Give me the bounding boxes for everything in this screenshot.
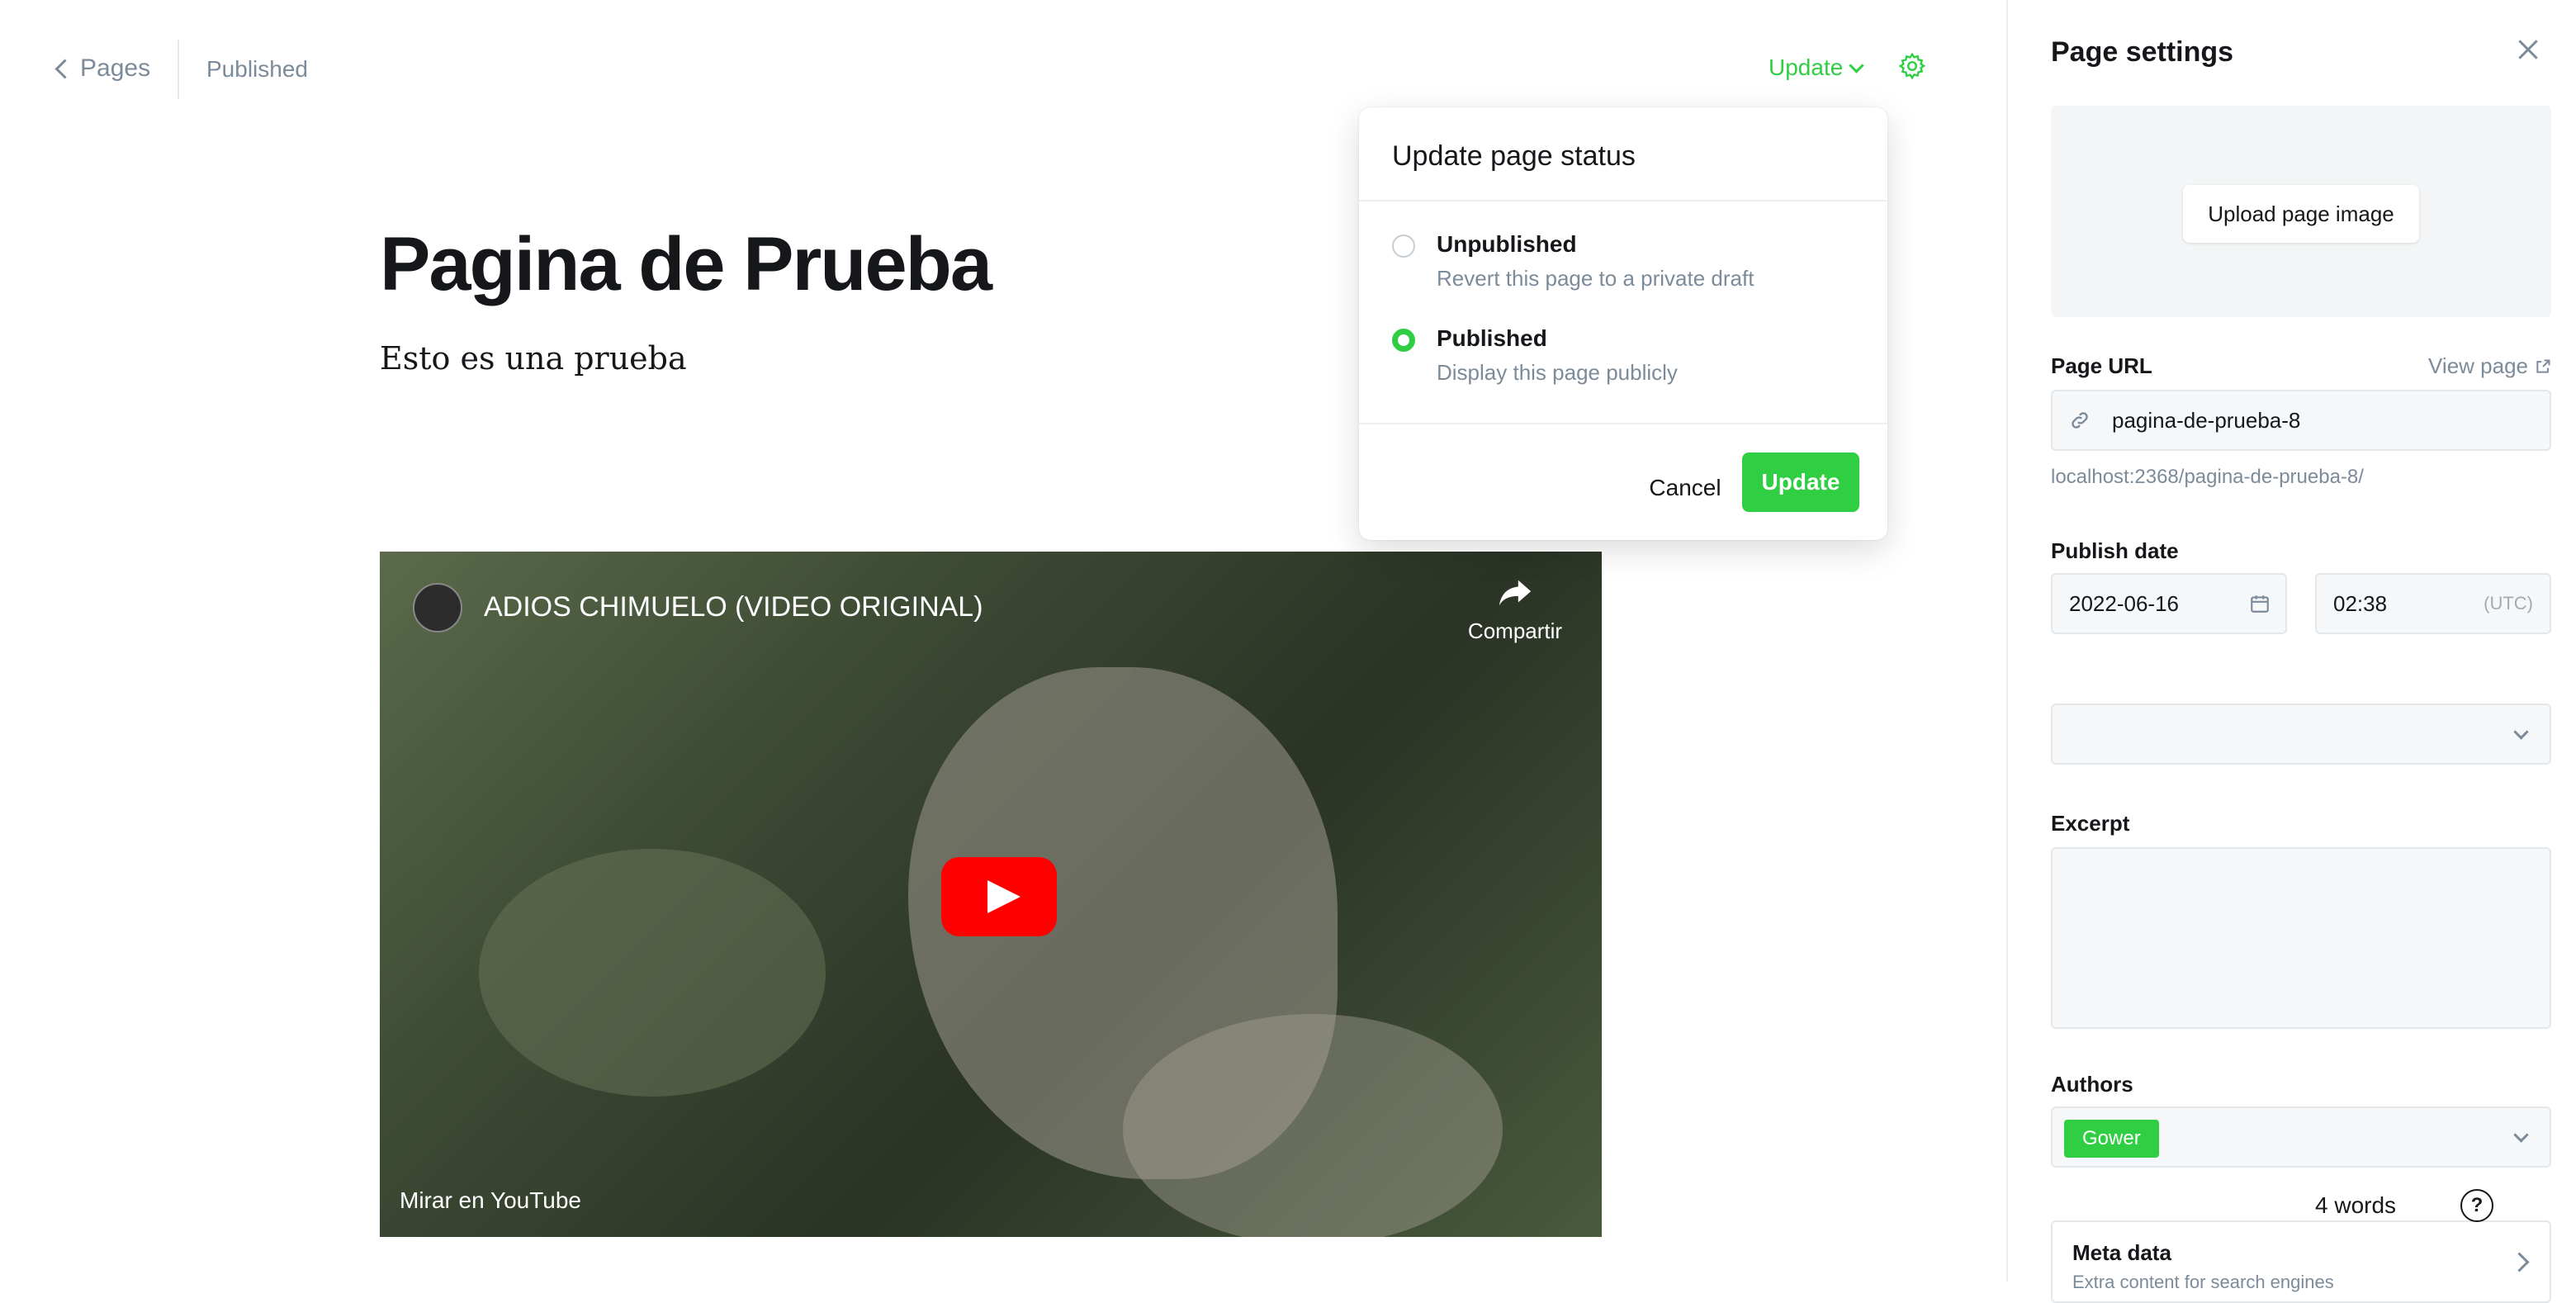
- option-unpublished[interactable]: Unpublished Revert this page to a privat…: [1392, 231, 1754, 291]
- page-title[interactable]: Pagina de Prueba: [380, 221, 992, 308]
- update-status-popup: Update page status Unpublished Revert th…: [1359, 107, 1887, 540]
- option-label: Unpublished: [1437, 231, 1577, 257]
- option-description: Display this page publicly: [1437, 360, 1678, 385]
- option-text: Published Display this page publicly: [1437, 325, 1678, 386]
- calendar-icon: [2251, 595, 2269, 613]
- publish-date-label: Publish date: [2051, 538, 2179, 563]
- external-link-icon: [2536, 359, 2550, 373]
- video-frame-shape: [1123, 1014, 1503, 1237]
- popup-title: Update page status: [1392, 140, 1636, 172]
- post-status-text: Published: [206, 56, 308, 82]
- option-published[interactable]: Published Display this page publicly: [1392, 325, 1678, 386]
- timezone-label: (UTC): [2484, 593, 2533, 614]
- option-label: Published: [1437, 325, 1547, 351]
- option-text: Unpublished Revert this page to a privat…: [1437, 231, 1754, 291]
- tags-select[interactable]: [2051, 704, 2551, 765]
- close-icon[interactable]: [2515, 36, 2541, 63]
- popup-divider: [1359, 423, 1887, 424]
- page-url-value: pagina-de-prueba-8: [2112, 407, 2301, 433]
- channel-avatar[interactable]: [413, 583, 462, 633]
- help-icon[interactable]: ?: [2460, 1189, 2493, 1222]
- authors-input[interactable]: Gower: [2051, 1106, 2551, 1168]
- popup-divider: [1359, 200, 1887, 201]
- meta-data-description: Extra content for search engines: [2072, 1272, 2334, 1292]
- chevron-down-icon: [2513, 1126, 2529, 1143]
- cancel-button[interactable]: Cancel: [1631, 461, 1739, 515]
- chevron-right-icon: [2509, 1252, 2530, 1272]
- share-button[interactable]: Compartir: [1461, 576, 1569, 644]
- share-label: Compartir: [1467, 618, 1563, 643]
- meta-data-item[interactable]: Meta data Extra content for search engin…: [2051, 1220, 2551, 1303]
- page-url-hint: localhost:2368/pagina-de-prueba-8/: [2051, 466, 2364, 488]
- view-page-link[interactable]: View page: [2428, 353, 2551, 379]
- meta-data-title: Meta data: [2072, 1240, 2171, 1265]
- word-count: 4 words: [2315, 1192, 2397, 1218]
- page-url-input[interactable]: pagina-de-prueba-8: [2051, 390, 2551, 451]
- content-paragraph[interactable]: Esto es una prueba: [380, 340, 687, 377]
- back-link-label: Pages: [80, 54, 151, 82]
- play-button[interactable]: [941, 857, 1057, 936]
- chevron-down-icon: [2513, 723, 2529, 740]
- publish-time-input[interactable]: 02:38 (UTC): [2315, 573, 2551, 634]
- header-divider: [178, 40, 179, 99]
- update-menu-label: Update: [1769, 54, 1844, 80]
- page-image-area: Upload page image: [2051, 106, 2551, 317]
- view-page-label: View page: [2428, 353, 2528, 378]
- back-to-pages-link[interactable]: Pages: [54, 54, 151, 83]
- publish-time-value: 02:38: [2333, 590, 2388, 616]
- radio-published[interactable]: [1392, 329, 1415, 352]
- update-menu-button[interactable]: Update: [1769, 54, 1864, 81]
- excerpt-textarea[interactable]: [2051, 847, 2551, 1029]
- upload-page-image-button[interactable]: Upload page image: [2183, 185, 2419, 243]
- page-url-label: Page URL: [2051, 353, 2152, 378]
- option-description: Revert this page to a private draft: [1437, 266, 1754, 291]
- excerpt-label: Excerpt: [2051, 811, 2130, 836]
- publish-date-value: 2022-06-16: [2069, 590, 2179, 616]
- link-icon: [2072, 412, 2088, 429]
- youtube-video-embed[interactable]: ADIOS CHIMUELO (VIDEO ORIGINAL) Comparti…: [380, 552, 1602, 1237]
- video-title[interactable]: ADIOS CHIMUELO (VIDEO ORIGINAL): [484, 591, 983, 623]
- author-chip[interactable]: Gower: [2064, 1120, 2159, 1158]
- chevron-down-icon: [1849, 57, 1864, 73]
- authors-label: Authors: [2051, 1072, 2133, 1097]
- update-button[interactable]: Update: [1742, 452, 1859, 512]
- video-frame-shape: [479, 849, 826, 1097]
- watch-on-youtube-link[interactable]: Mirar en YouTube: [400, 1187, 581, 1214]
- chevron-left-icon: [54, 58, 75, 79]
- radio-unpublished[interactable]: [1392, 235, 1415, 258]
- panel-title: Page settings: [2051, 36, 2234, 68]
- publish-date-input[interactable]: 2022-06-16: [2051, 573, 2287, 634]
- page-settings-panel: Page settings Upload page image Page URL…: [2006, 0, 2576, 1303]
- share-arrow-icon: [1499, 580, 1532, 606]
- settings-gear-icon[interactable]: [1897, 51, 1927, 81]
